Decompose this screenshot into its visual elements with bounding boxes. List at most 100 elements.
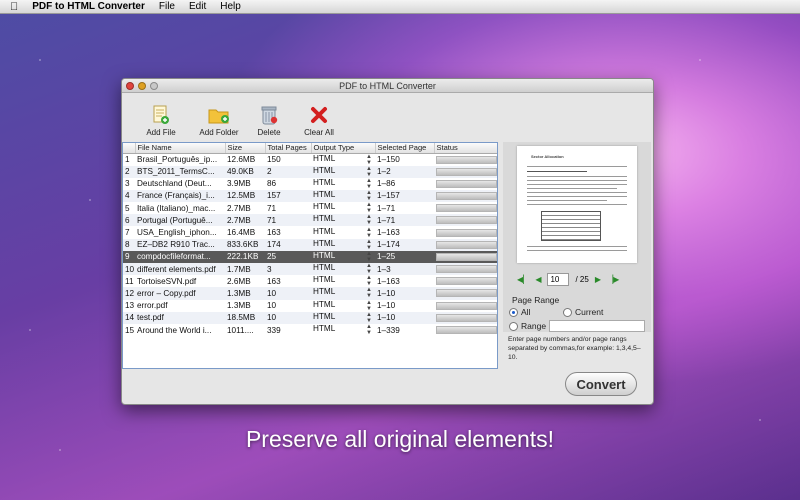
selected-page-cell: 1–3 — [375, 263, 434, 276]
output-type-cell[interactable]: HTML ▲ ▼ — [311, 226, 375, 239]
table-row[interactable]: 7 USA_English_iphon... 16.4MB 163 HTML ▲ ▼ 1–16… — [123, 226, 497, 239]
output-type-cell[interactable]: HTML ▲ ▼ — [311, 165, 375, 178]
add-folder-button[interactable]: Add Folder — [194, 105, 244, 137]
output-type-cell[interactable]: HTML ▲ ▼ — [311, 153, 375, 166]
row-index-text: 12 — [125, 288, 135, 298]
add-file-button[interactable]: Add File — [136, 105, 186, 137]
stepper-arrows-icon[interactable]: ▲ ▼ — [366, 312, 372, 324]
radio-range[interactable] — [509, 321, 518, 331]
output-type-cell-text: HTML — [313, 299, 336, 309]
range-all-option[interactable]: All — [509, 307, 530, 317]
close-window-button[interactable] — [126, 82, 134, 90]
table-row[interactable]: 1 Brasil_Português_ip... 12.6MB 150 HTML ▲ ▼ 1–… — [123, 153, 497, 166]
row-index: 15 — [123, 324, 135, 336]
col-header-output-type[interactable]: Output Type — [311, 143, 376, 154]
table-row[interactable]: 12 error – Copy.pdf 1.3MB 10 HTML ▲ ▼ 1–10 — [123, 287, 497, 300]
col-header-size[interactable]: Size — [225, 143, 266, 154]
col-header-selected-page[interactable]: Selected Page — [375, 143, 435, 154]
minimize-window-button[interactable] — [138, 82, 146, 90]
stepper-arrows-icon[interactable]: ▲ ▼ — [366, 166, 372, 178]
stepper-arrows-icon[interactable]: ▲ ▼ — [366, 251, 372, 263]
table-row[interactable]: 2 BTS_2011_TermsC... 49.0KB 2 HTML ▲ ▼ 1–2 — [123, 165, 497, 178]
table-row[interactable]: 6 Portugal (Portuguê... 2.7MB 71 HTML ▲ ▼ 1–71 — [123, 214, 497, 227]
file-name-cell-text: EZ–DB2 R910 Trac... — [137, 240, 215, 250]
row-index: 7 — [123, 226, 135, 238]
total-pages-cell-text: 10 — [267, 288, 277, 298]
stepper-arrows-icon[interactable]: ▲ ▼ — [366, 214, 372, 226]
stepper-arrows-icon[interactable]: ▲ ▼ — [366, 154, 372, 166]
output-type-cell[interactable]: HTML ▲ ▼ — [311, 238, 375, 251]
range-input[interactable] — [549, 320, 645, 332]
menu-file[interactable]: File — [159, 1, 175, 12]
output-type-cell[interactable]: HTML ▲ ▼ — [311, 275, 375, 287]
zoom-window-button[interactable] — [150, 82, 158, 90]
output-type-cell[interactable]: HTML ▲ ▼ — [311, 311, 375, 324]
selected-page-cell: 1–71 — [375, 214, 434, 227]
radio-all[interactable] — [509, 307, 518, 317]
app-menu[interactable]: PDF to HTML Converter — [32, 1, 145, 12]
output-type-cell[interactable]: HTML ▲ ▼ — [311, 287, 375, 300]
stepper-arrows-icon[interactable]: ▲ ▼ — [366, 263, 372, 275]
row-index-text: 15 — [125, 325, 135, 335]
first-page-icon[interactable]: ◀▏ — [517, 275, 529, 284]
apple-menu-icon[interactable]:  — [10, 1, 18, 13]
output-type-cell[interactable]: HTML ▲ ▼ — [311, 324, 375, 336]
file-table[interactable]: File Name Size Total Pages Output Type S… — [122, 142, 498, 369]
table-row[interactable]: 4 France (Français)_i... 12.5MB 157 HTML ▲ ▼ 1–… — [123, 189, 497, 203]
stepper-arrows-icon[interactable]: ▲ ▼ — [366, 190, 372, 202]
size-cell: 2.7MB — [225, 214, 265, 227]
menu-edit[interactable]: Edit — [189, 1, 206, 12]
col-header-total-pages[interactable]: Total Pages — [265, 143, 312, 154]
stepper-arrows-icon[interactable]: ▲ ▼ — [366, 178, 372, 190]
convert-button[interactable]: Convert — [565, 372, 637, 396]
clear-all-button[interactable]: Clear All — [294, 105, 344, 137]
radio-current[interactable] — [563, 307, 572, 317]
table-row[interactable]: 8 EZ–DB2 R910 Trac... 833.6KB 174 HTML ▲ ▼ 1–17… — [123, 238, 497, 251]
page-navigator: ◀▏ ◀ / 25 ▶ ▕▶ — [503, 270, 651, 288]
stepper-arrows-icon[interactable]: ▲ ▼ — [366, 300, 372, 312]
size-cell: 1.3MB — [225, 300, 265, 312]
table-row[interactable]: 5 Italia (Italiano)_mac... 2.7MB 71 HTML ▲ ▼ 1–… — [123, 202, 497, 214]
output-type-cell[interactable]: HTML ▲ ▼ — [311, 189, 375, 203]
range-custom-option[interactable]: Range — [509, 321, 546, 331]
range-current-option[interactable]: Current — [563, 307, 603, 317]
stepper-arrows-icon[interactable]: ▲ ▼ — [366, 287, 372, 299]
output-type-cell[interactable]: HTML ▲ ▼ — [311, 300, 375, 312]
stepper-arrows-icon[interactable]: ▲ ▼ — [366, 324, 372, 336]
file-name-cell-text: Italia (Italiano)_mac... — [137, 203, 216, 213]
menu-help[interactable]: Help — [220, 1, 241, 12]
selected-page-cell: 1–339 — [375, 324, 434, 336]
col-header-file-name[interactable]: File Name — [135, 143, 226, 154]
table-row[interactable]: 11 TortoiseSVN.pdf 2.6MB 163 HTML ▲ ▼ 1–163 — [123, 275, 497, 287]
output-type-cell[interactable]: HTML ▲ ▼ — [311, 250, 375, 263]
table-row[interactable]: 13 error.pdf 1.3MB 10 HTML ▲ ▼ 1–10 — [123, 300, 497, 312]
table-row[interactable]: 14 test.pdf 18.5MB 10 HTML ▲ ▼ 1–10 — [123, 311, 497, 324]
total-pages-cell-text: 157 — [267, 191, 281, 201]
current-page-input[interactable] — [547, 272, 570, 286]
output-type-cell-text: HTML — [313, 189, 336, 199]
status-progress-bar — [436, 155, 497, 164]
table-row[interactable]: 15 Around the World i... 1011.... 339 HTML ▲ ▼… — [123, 324, 497, 336]
table-row[interactable]: 9 compdocfileformat... 222.1KB 25 HTML ▲ ▼ 1–25 — [123, 250, 497, 263]
total-pages-cell-text: 163 — [267, 228, 281, 238]
last-page-icon[interactable]: ▕▶ — [607, 275, 619, 284]
stepper-arrows-icon[interactable]: ▲ ▼ — [366, 202, 372, 214]
row-index: 1 — [123, 153, 135, 166]
output-type-cell[interactable]: HTML ▲ ▼ — [311, 178, 375, 190]
prev-page-icon[interactable]: ◀ — [535, 275, 541, 284]
next-page-icon[interactable]: ▶ — [595, 275, 601, 284]
stepper-arrows-icon[interactable]: ▲ ▼ — [366, 239, 372, 251]
output-type-cell[interactable]: HTML ▲ ▼ — [311, 202, 375, 214]
total-pages-cell: 157 — [265, 189, 311, 203]
delete-button[interactable]: Delete — [244, 105, 294, 137]
output-type-cell[interactable]: HTML ▲ ▼ — [311, 263, 375, 276]
table-row[interactable]: 3 Deutschland (Deut... 3.9MB 86 HTML ▲ ▼ 1–86 — [123, 178, 497, 190]
delete-label: Delete — [257, 128, 281, 137]
size-cell-text: 1011.... — [227, 325, 254, 335]
col-header-status[interactable]: Status — [434, 143, 497, 154]
selected-page-cell-text: 1–174 — [377, 240, 400, 250]
table-row[interactable]: 10 different elements.pdf 1.7MB 3 HTML ▲ ▼ 1–3 — [123, 263, 497, 276]
output-type-cell[interactable]: HTML ▲ ▼ — [311, 214, 375, 227]
stepper-arrows-icon[interactable]: ▲ ▼ — [366, 275, 372, 287]
stepper-arrows-icon[interactable]: ▲ ▼ — [366, 227, 372, 239]
